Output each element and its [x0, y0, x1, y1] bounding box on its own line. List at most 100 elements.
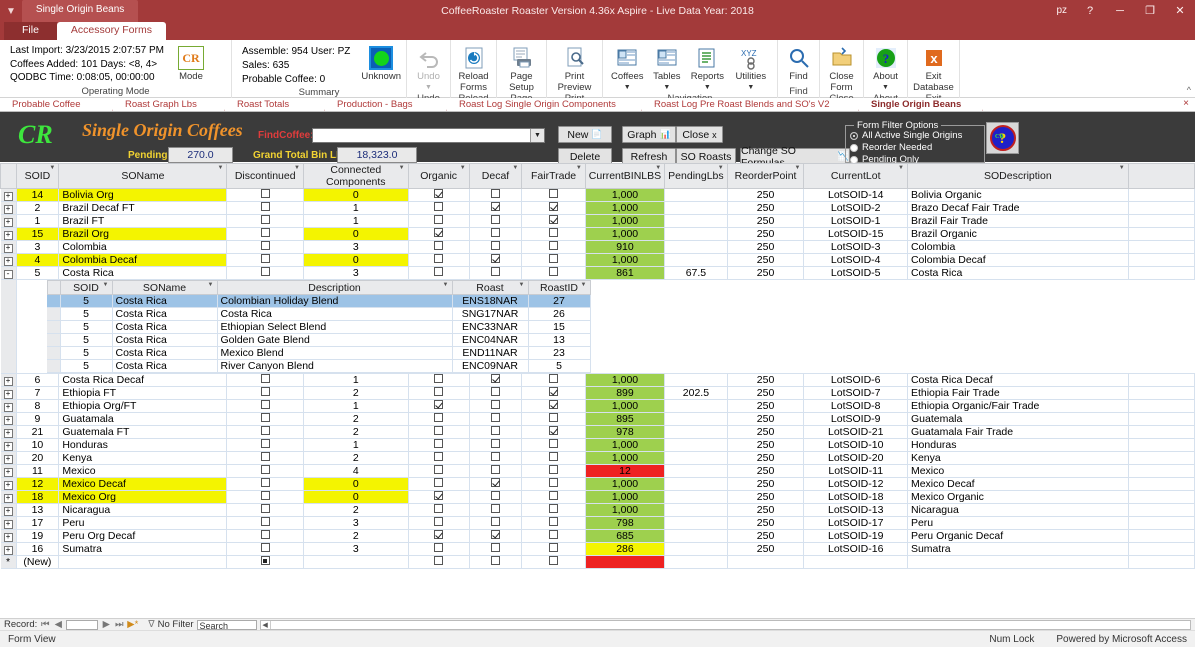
subgrid-row-selector[interactable] [47, 307, 61, 321]
cell-sodescription[interactable]: Colombia [907, 240, 1129, 254]
cell-soid[interactable]: 6 [16, 373, 60, 387]
cell-organic[interactable] [408, 227, 470, 241]
checkbox[interactable] [491, 439, 500, 448]
cell-spare[interactable] [1128, 451, 1195, 465]
checkbox[interactable] [549, 452, 559, 461]
cell-currentbinlbs[interactable]: 12 [585, 464, 666, 478]
cell-decaf[interactable] [469, 266, 523, 280]
checkbox[interactable] [260, 413, 270, 422]
cell-soid[interactable]: 2 [16, 201, 60, 215]
cell-pendinglbs[interactable] [664, 373, 728, 387]
cell-currentbinlbs[interactable]: 286 [585, 542, 666, 556]
cell-currentbinlbs[interactable]: 1,000 [585, 227, 666, 241]
table-row[interactable]: +19 Peru Org Decaf 2 685 250 LotSOID-19 Peru O… [0, 529, 1195, 543]
chevron-down-icon[interactable]: ▼ [655, 165, 661, 171]
checkbox[interactable] [260, 452, 270, 461]
checkbox[interactable] [434, 241, 444, 250]
cell-soname[interactable]: Ethiopia Org/FT [58, 399, 228, 413]
cell-currentlot[interactable]: LotSOID-7 [803, 386, 908, 400]
cell-spare[interactable] [1128, 529, 1195, 543]
cell-fairtrade[interactable] [521, 188, 586, 202]
cell-connected-components[interactable]: 3 [303, 516, 409, 530]
cell-currentbinlbs[interactable]: 899 [585, 386, 666, 400]
cell-organic-new[interactable] [408, 555, 470, 569]
cell-organic[interactable] [408, 188, 470, 202]
cell-discontinued[interactable] [226, 542, 304, 556]
table-row[interactable]: +8 Ethiopia Org/FT 1 1,000 250 LotSOID-8 Ethio… [0, 399, 1195, 413]
cell-currentbinlbs[interactable]: 1,000 [585, 477, 666, 491]
expand-icon[interactable]: + [3, 390, 13, 399]
checkbox[interactable] [260, 439, 270, 448]
cell-discontinued[interactable] [226, 253, 304, 267]
ribbon-tab-file[interactable]: File [4, 22, 57, 40]
cell-currentlot[interactable]: LotSOID-21 [803, 425, 908, 439]
checkbox[interactable] [549, 400, 559, 409]
cell-reorderpoint[interactable]: 250 [727, 425, 805, 439]
cell-connected-new[interactable] [303, 555, 409, 569]
checkbox[interactable] [260, 228, 270, 237]
cell-decaf[interactable] [469, 240, 523, 254]
subcell-roast[interactable]: ENC09NAR [452, 359, 529, 373]
checkbox[interactable] [491, 228, 500, 237]
checkbox[interactable] [434, 491, 444, 500]
cell-decaf[interactable] [469, 529, 523, 543]
cell-soname[interactable]: Guatemala FT [58, 425, 228, 439]
close-button[interactable]: Close x [676, 126, 723, 143]
checkbox[interactable] [491, 543, 500, 552]
chevron-down-icon[interactable]: ▼ [581, 282, 587, 288]
checkbox[interactable] [549, 517, 559, 526]
checkbox[interactable] [434, 530, 444, 539]
cell-organic[interactable] [408, 425, 470, 439]
table-row[interactable]: +12 Mexico Decaf 0 1,000 250 LotSOID-12 Mexico… [0, 477, 1195, 491]
last-record-icon[interactable]: ⏭ [114, 619, 124, 630]
cell-discontinued[interactable] [226, 373, 304, 387]
subcell-soid[interactable]: 5 [60, 307, 113, 321]
chevron-down-icon[interactable]: ▼ [443, 282, 449, 288]
cell-soname-new[interactable] [58, 555, 228, 569]
chevron-down-icon[interactable]: ▼ [795, 165, 801, 171]
cell-spare[interactable] [1128, 438, 1195, 452]
cell-spare[interactable] [1128, 542, 1195, 556]
table-row[interactable]: +3 Colombia 3 910 250 LotSOID-3 Colombia [0, 240, 1195, 254]
checkbox[interactable] [491, 504, 500, 513]
page-setup-button[interactable]: Page Setup [501, 42, 542, 93]
cell-organic[interactable] [408, 464, 470, 478]
cell-organic[interactable] [408, 253, 470, 267]
cell-fairtrade[interactable] [521, 373, 586, 387]
cell-soid[interactable]: 5 [16, 266, 60, 280]
subcell-description[interactable]: Costa Rica [217, 307, 453, 321]
cell-discontinued[interactable] [226, 503, 304, 517]
cell-pendinglbs[interactable] [664, 425, 728, 439]
cell-soid[interactable]: 9 [16, 412, 60, 426]
cell-soid[interactable]: 10 [16, 438, 60, 452]
table-row[interactable]: +9 Guatamala 2 895 250 LotSOID-9 Guatemala [0, 412, 1195, 426]
checkbox[interactable] [260, 465, 270, 474]
checkbox[interactable] [260, 241, 270, 250]
table-row[interactable]: +21 Guatemala FT 2 978 250 LotSOID-21 Guatamal… [0, 425, 1195, 439]
subcell-roastid[interactable]: 23 [528, 346, 591, 360]
table-row[interactable]: +11 Mexico 4 12 250 LotSOID-11 Mexico [0, 464, 1195, 478]
cell-spare[interactable] [1128, 399, 1195, 413]
cell-discontinued[interactable] [226, 477, 304, 491]
checkbox[interactable] [549, 228, 559, 237]
chevron-down-icon[interactable]: ▼ [49, 165, 55, 171]
cell-sodescription[interactable]: Kenya [907, 451, 1129, 465]
cell-currentlot[interactable]: LotSOID-17 [803, 516, 908, 530]
checkbox[interactable] [491, 452, 500, 461]
cell-soname[interactable]: Sumatra [58, 542, 228, 556]
table-row[interactable]: +1 Brazil FT 1 1,000 250 LotSOID-1 Brazil Fair… [0, 214, 1195, 228]
cell-currentbinlbs[interactable]: 978 [585, 425, 666, 439]
expand-icon[interactable]: + [3, 192, 13, 201]
subgrid-row[interactable]: 5 Costa Rica Costa Rica SNG17NAR 26 [47, 307, 591, 321]
form-tab-probable-coffee[interactable]: Probable Coffee [0, 98, 113, 111]
cell-pendinglbs[interactable] [664, 399, 728, 413]
checkbox[interactable] [260, 426, 270, 435]
exit-database-button[interactable]: x Exit Database [912, 42, 955, 93]
cell-currentlot[interactable]: LotSOID-14 [803, 188, 908, 202]
table-row[interactable]: -5 Costa Rica 3 861 67.5 250 LotSOID-5 Costa Ri… [0, 266, 1195, 280]
checkbox[interactable] [549, 439, 559, 448]
row-selector[interactable]: + [0, 240, 17, 254]
cell-discontinued[interactable] [226, 214, 304, 228]
table-row[interactable]: +7 Ethiopia FT 2 899 202.5 250 LotSOID-7 Ethiop… [0, 386, 1195, 400]
table-row[interactable]: +17 Peru 3 798 250 LotSOID-17 Peru [0, 516, 1195, 530]
